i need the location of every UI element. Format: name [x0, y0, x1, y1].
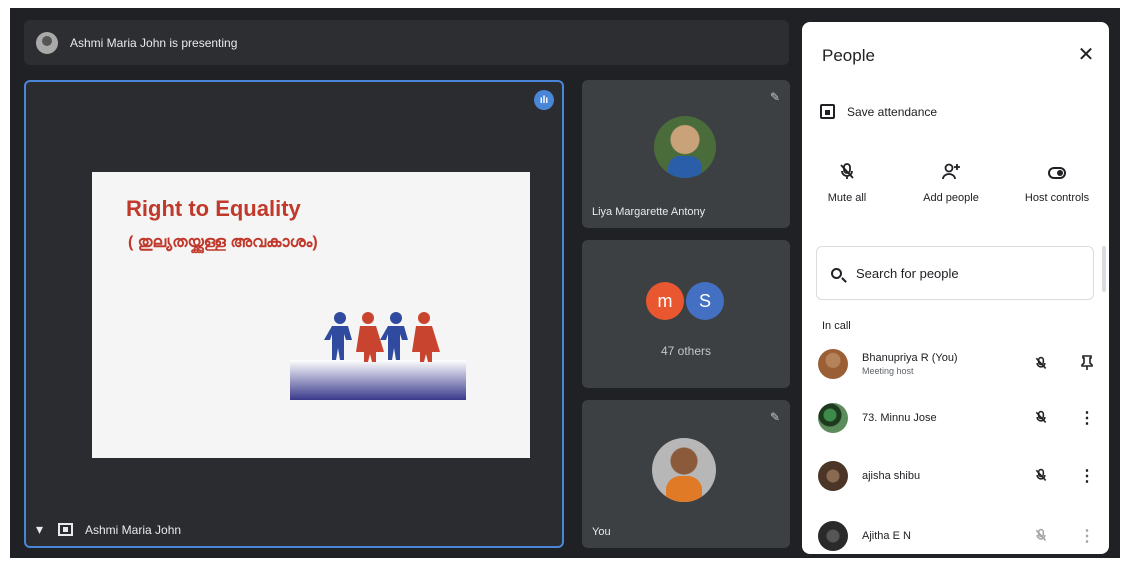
list-item[interactable]: Ajitha E N ⋮ — [812, 514, 1102, 554]
slide-title: Right to Equality — [126, 196, 301, 221]
participant-tile-you[interactable]: ✎ You — [582, 400, 790, 548]
mic-off-icon: ✎ — [769, 410, 780, 424]
save-attendance-label: Save attendance — [847, 104, 938, 119]
participant-name: Liya Margarette Antony — [592, 206, 706, 218]
host-controls-label: Host controls — [1024, 192, 1090, 204]
speaking-indicator-icon: ılı — [534, 90, 554, 110]
mic-off-icon — [1026, 467, 1056, 486]
save-icon — [820, 104, 835, 119]
person-name: ajisha shibu — [862, 470, 921, 482]
participant-tile-liya[interactable]: ✎ Liya Margarette Antony — [582, 80, 790, 228]
list-item[interactable]: Bhanupriya R (You) Meeting host — [812, 342, 1102, 386]
add-people-button[interactable]: Add people — [906, 162, 996, 204]
host-controls-button[interactable]: Host controls — [1012, 162, 1102, 204]
present-to-all-icon — [58, 523, 73, 536]
avatar-s: S — [686, 282, 724, 320]
mute-all-label: Mute all — [827, 192, 867, 204]
more-options-icon[interactable]: ⋮ — [1072, 466, 1102, 486]
meet-window: Ashmi Maria John is presenting ılı Right… — [10, 8, 1120, 558]
person-name: Ajitha E N — [862, 530, 911, 542]
save-attendance-button[interactable]: Save attendance — [820, 104, 937, 119]
search-icon — [831, 267, 842, 279]
person-name: Bhanupriya R (You) — [862, 352, 958, 364]
participant-tile-others[interactable]: m S 47 others — [582, 240, 790, 388]
scrollbar[interactable] — [1102, 246, 1106, 292]
avatar — [818, 521, 848, 551]
main-presentation-tile[interactable]: ılı Right to Equality ( തുല്യതയ്ക്കുള്ള … — [24, 80, 564, 548]
mute-all-button[interactable]: Mute all — [802, 162, 892, 204]
avatar — [654, 116, 716, 178]
search-input[interactable] — [854, 264, 1078, 282]
more-options-icon[interactable]: ⋮ — [1072, 408, 1102, 428]
presenter-avatar — [36, 31, 58, 54]
others-count: 47 others — [660, 344, 712, 358]
add-people-label: Add people — [923, 192, 979, 204]
mic-off-icon — [1026, 527, 1056, 546]
participant-name: You — [592, 526, 611, 538]
people-chain-illustration — [290, 312, 466, 400]
presenter-name: Ashmi Maria John — [85, 522, 182, 537]
add-person-icon — [906, 162, 996, 184]
in-call-label: In call — [822, 320, 851, 332]
mic-off-icon — [1026, 355, 1056, 374]
person-role: Meeting host — [862, 366, 914, 376]
avatar — [652, 438, 716, 502]
mic-off-icon — [1026, 409, 1056, 428]
close-icon[interactable]: ✕ — [1073, 42, 1099, 68]
list-item[interactable]: 73. Minnu Jose ⋮ — [812, 396, 1102, 440]
presented-slide: Right to Equality ( തുല്യതയ്ക്കുള്ള അവകാ… — [92, 172, 530, 458]
avatar-m: m — [646, 282, 684, 320]
pin-icon[interactable] — [1072, 354, 1102, 374]
mic-off-icon — [802, 162, 892, 184]
main-tile-footer: ▾ Ashmi Maria John — [36, 521, 181, 538]
pin-icon[interactable]: ▾ — [36, 521, 52, 538]
toggle-icon — [1048, 167, 1066, 179]
presenting-text: Ashmi Maria John is presenting — [70, 35, 238, 50]
search-box[interactable] — [816, 246, 1094, 300]
people-panel: People ✕ Save attendance Mute all Add pe… — [802, 22, 1109, 554]
presenting-banner: Ashmi Maria John is presenting — [24, 20, 789, 65]
list-item[interactable]: ajisha shibu ⋮ — [812, 454, 1102, 498]
slide-subtitle: ( തുല്യതയ്ക്കുള്ള അവകാശം) — [128, 234, 318, 251]
avatar — [818, 461, 848, 491]
more-options-icon[interactable]: ⋮ — [1072, 526, 1102, 546]
mic-off-icon: ✎ — [769, 90, 780, 104]
avatar — [818, 349, 848, 379]
avatar — [818, 403, 848, 433]
person-name: 73. Minnu Jose — [862, 412, 937, 424]
panel-title: People — [822, 46, 875, 65]
